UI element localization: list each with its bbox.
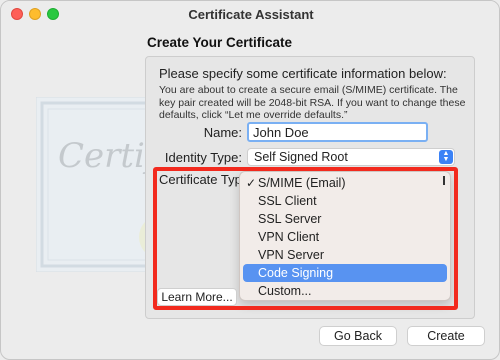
page-heading: Create Your Certificate bbox=[147, 35, 293, 50]
window-title: Certificate Assistant bbox=[188, 7, 314, 22]
instructions-prompt: Please specify some certificate informat… bbox=[159, 66, 447, 81]
chevron-up-down-icon: ▲ ▼ bbox=[439, 150, 453, 164]
create-button[interactable]: Create bbox=[407, 326, 485, 346]
identity-type-select[interactable]: Self Signed Root ▲ ▼ bbox=[247, 148, 455, 166]
certificate-assistant-window: Certificate Assistant Create Your Certif… bbox=[0, 0, 500, 360]
red-highlight-box bbox=[153, 167, 458, 310]
name-label: Name: bbox=[203, 125, 242, 140]
identity-type-value: Self Signed Root bbox=[254, 150, 348, 164]
name-input[interactable] bbox=[247, 122, 428, 142]
title-bar: Certificate Assistant bbox=[1, 1, 499, 27]
go-back-button[interactable]: Go Back bbox=[319, 326, 397, 346]
defaults-description: You are about to create a secure email (… bbox=[159, 84, 466, 121]
identity-type-label: Identity Type: bbox=[164, 150, 242, 165]
